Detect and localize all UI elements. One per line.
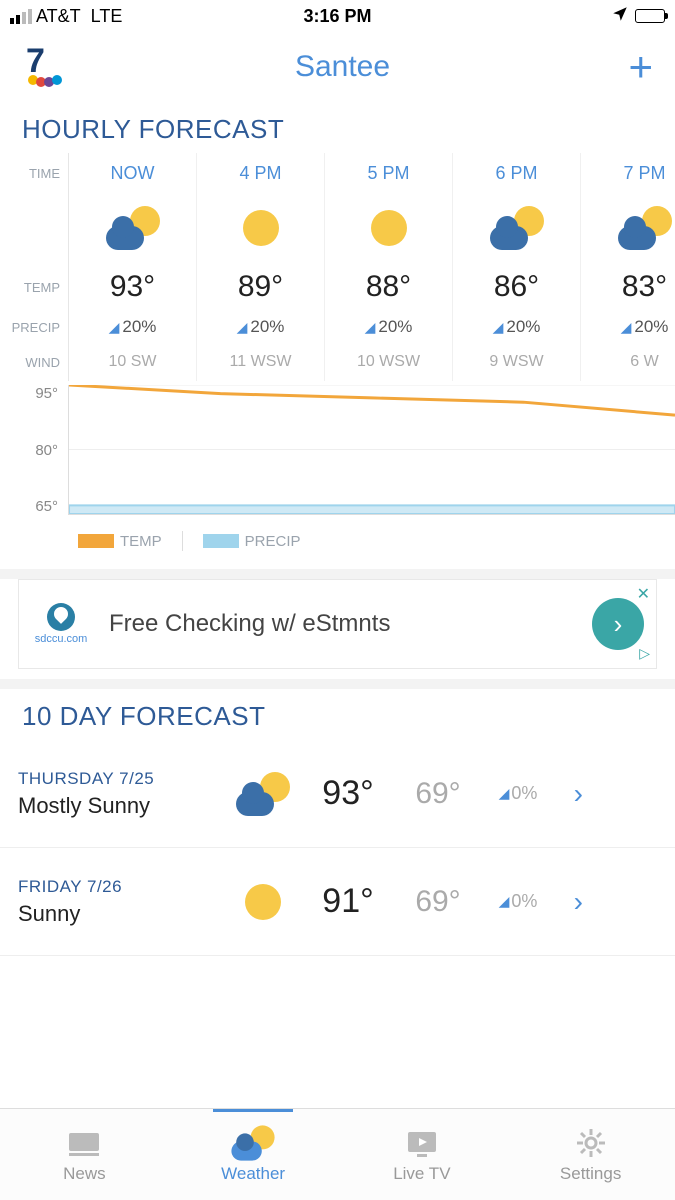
- day-weather-icon: [223, 884, 303, 920]
- hour-wind: 6 W: [581, 343, 675, 381]
- livetv-icon: [405, 1126, 439, 1160]
- hourly-chart: 95° 80° 65°: [0, 385, 675, 515]
- hour-precip: ◢20%: [581, 311, 675, 343]
- hour-precip: ◢20%: [197, 311, 324, 343]
- legend-temp: TEMP: [120, 533, 162, 550]
- signal-icon: [10, 9, 32, 24]
- battery-icon: [635, 9, 665, 23]
- network-label: LTE: [91, 6, 123, 27]
- day-low: 69°: [393, 777, 483, 811]
- tab-weather[interactable]: Weather: [169, 1109, 338, 1200]
- day-date: THURSDAY 7/25: [18, 769, 223, 789]
- svg-text:7: 7: [26, 42, 45, 80]
- location-title[interactable]: Santee: [72, 50, 613, 84]
- carrier-label: AT&T: [36, 6, 81, 27]
- weather-icon: [226, 1126, 280, 1160]
- day-date: FRIDAY 7/26: [18, 877, 223, 897]
- tenday-row[interactable]: FRIDAY 7/26 Sunny 91°69°◢0%›: [0, 848, 675, 956]
- hour-temp: 93°: [69, 263, 196, 311]
- hour-weather-icon: [325, 193, 452, 263]
- hour-weather-icon: [197, 193, 324, 263]
- legend-swatch-temp: [78, 534, 114, 548]
- ad-brand: sdccu.com: [31, 633, 91, 645]
- hour-precip: ◢20%: [325, 311, 452, 343]
- clock: 3:16 PM: [228, 6, 446, 27]
- label-wind: WIND: [6, 343, 60, 381]
- ad-banner[interactable]: sdccu.com Free Checking w/ eStmnts › ✕ ▷: [18, 579, 657, 669]
- legend-swatch-precip: [203, 534, 239, 548]
- hour-time: 7 PM: [581, 153, 675, 193]
- tab-bar: News Weather Live TV Settings: [0, 1108, 675, 1200]
- add-location-button[interactable]: +: [613, 46, 653, 88]
- y-tick: 95°: [6, 385, 58, 402]
- day-precip: ◢0%: [483, 891, 553, 912]
- hour-wind: 10 SW: [69, 343, 196, 381]
- hour-temp: 86°: [453, 263, 580, 311]
- chevron-right-icon: ›: [553, 886, 583, 918]
- ad-close-icon[interactable]: ✕: [637, 584, 650, 604]
- hour-precip: ◢20%: [69, 311, 196, 343]
- nbc7-logo[interactable]: 7: [22, 42, 72, 93]
- tenday-row[interactable]: THURSDAY 7/25 Mostly Sunny 93°69°◢0%›: [0, 740, 675, 848]
- label-temp: TEMP: [6, 263, 60, 311]
- tab-label: Settings: [560, 1164, 621, 1184]
- ad-text: Free Checking w/ eStmnts: [91, 610, 592, 639]
- legend-precip: PRECIP: [245, 533, 301, 550]
- day-weather-icon: [223, 772, 303, 816]
- hour-wind: 11 WSW: [197, 343, 324, 381]
- hour-time: 5 PM: [325, 153, 452, 193]
- gear-icon: [575, 1126, 607, 1160]
- app-header: 7 Santee +: [0, 32, 675, 102]
- hour-weather-icon: [581, 193, 675, 263]
- adchoices-icon[interactable]: ▷: [639, 645, 650, 662]
- y-tick: 65°: [6, 498, 58, 515]
- hour-column[interactable]: 7 PM 83°◢20%6 W: [581, 153, 675, 381]
- hour-temp: 83°: [581, 263, 675, 311]
- hour-column[interactable]: 5 PM 88°◢20%10 WSW: [325, 153, 453, 381]
- chevron-right-icon: ›: [553, 778, 583, 810]
- hour-weather-icon: [453, 193, 580, 263]
- news-icon: [67, 1126, 101, 1160]
- day-high: 91°: [303, 882, 393, 921]
- hour-weather-icon: [69, 193, 196, 263]
- tab-label: Live TV: [393, 1164, 450, 1184]
- day-condition: Mostly Sunny: [18, 793, 223, 819]
- ad-logo: sdccu.com: [31, 603, 91, 645]
- hourly-forecast[interactable]: TIME TEMP PRECIP WIND NOW93°◢20%10 SW4 P…: [0, 153, 675, 381]
- day-condition: Sunny: [18, 901, 223, 927]
- hour-time: 6 PM: [453, 153, 580, 193]
- hourly-row-labels: TIME TEMP PRECIP WIND: [6, 153, 68, 381]
- label-time: TIME: [6, 153, 60, 193]
- hour-time: NOW: [69, 153, 196, 193]
- status-bar: AT&T LTE 3:16 PM: [0, 0, 675, 32]
- hour-precip: ◢20%: [453, 311, 580, 343]
- location-arrow-icon: [611, 5, 629, 28]
- hour-column[interactable]: 6 PM 86°◢20%9 WSW: [453, 153, 581, 381]
- tab-livetv[interactable]: Live TV: [338, 1109, 507, 1200]
- tab-label: Weather: [221, 1164, 285, 1184]
- tab-label: News: [63, 1164, 106, 1184]
- ad-arrow-icon[interactable]: ›: [592, 598, 644, 650]
- scroll-content[interactable]: HOURLY FORECAST TIME TEMP PRECIP WIND NO…: [0, 102, 675, 1108]
- hour-column[interactable]: 4 PM 89°◢20%11 WSW: [197, 153, 325, 381]
- day-precip: ◢0%: [483, 783, 553, 804]
- tab-news[interactable]: News: [0, 1109, 169, 1200]
- hour-temp: 88°: [325, 263, 452, 311]
- hour-temp: 89°: [197, 263, 324, 311]
- hour-time: 4 PM: [197, 153, 324, 193]
- hour-column[interactable]: NOW 93°◢20%10 SW: [69, 153, 197, 381]
- label-precip: PRECIP: [6, 311, 60, 343]
- hour-wind: 10 WSW: [325, 343, 452, 381]
- y-tick: 80°: [6, 442, 58, 459]
- chart-legend: TEMP PRECIP: [0, 515, 675, 569]
- hourly-title: HOURLY FORECAST: [0, 102, 675, 153]
- day-low: 69°: [393, 885, 483, 919]
- day-high: 93°: [303, 774, 393, 813]
- hour-wind: 9 WSW: [453, 343, 580, 381]
- tab-settings[interactable]: Settings: [506, 1109, 675, 1200]
- tenday-title: 10 DAY FORECAST: [0, 689, 675, 740]
